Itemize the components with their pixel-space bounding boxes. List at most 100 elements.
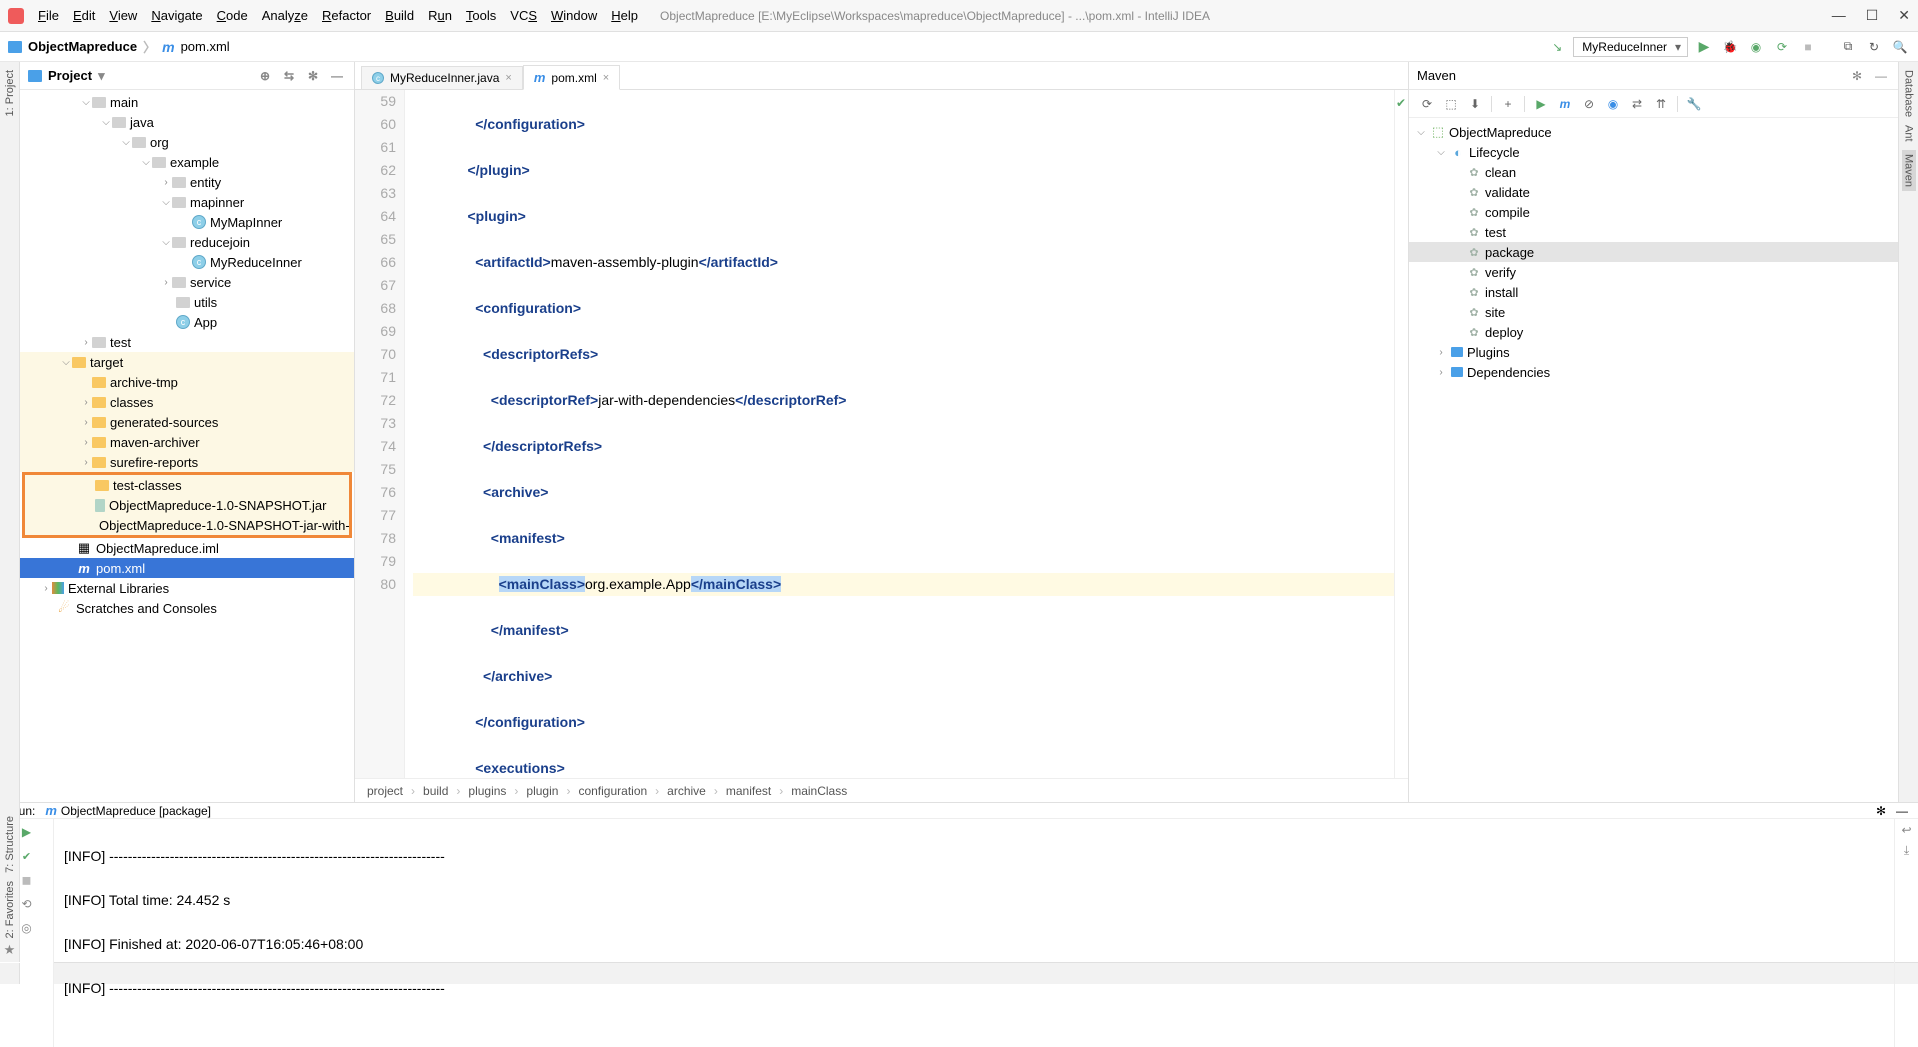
expand-icon[interactable]: ⌵ xyxy=(80,97,92,108)
maven-tree[interactable]: ⌵⬚ObjectMapreduce ⌵◐Lifecycle ✿clean ✿va… xyxy=(1409,118,1898,802)
expand-icon[interactable]: › xyxy=(1435,367,1447,378)
tree-node[interactable]: App xyxy=(194,315,217,330)
tree-node[interactable]: External Libraries xyxy=(68,581,169,596)
crumb-item[interactable]: plugin xyxy=(526,784,558,798)
expand-icon[interactable]: ⌵ xyxy=(160,197,172,208)
tree-node[interactable]: ObjectMapreduce-1.0-SNAPSHOT-jar-with-d xyxy=(99,518,349,533)
maven-node[interactable]: Dependencies xyxy=(1467,365,1550,380)
maven-goal[interactable]: deploy xyxy=(1485,325,1523,340)
expand-icon[interactable]: › xyxy=(160,277,172,288)
collapse-all-icon[interactable]: ⇈ xyxy=(1651,94,1671,114)
menu-refactor[interactable]: Refactor xyxy=(316,6,377,25)
sidebar-tab-maven[interactable]: Maven xyxy=(1902,150,1916,191)
maven-goal[interactable]: site xyxy=(1485,305,1505,320)
git-icon[interactable]: ⧉ xyxy=(1838,37,1858,57)
expand-icon[interactable]: ⌵ xyxy=(60,357,72,368)
tree-node[interactable]: main xyxy=(110,95,138,110)
tree-node[interactable]: generated-sources xyxy=(110,415,218,430)
editor-tab[interactable]: mpom.xml× xyxy=(523,65,620,90)
wrench-icon[interactable]: 🔧 xyxy=(1684,94,1704,114)
soft-wrap-icon[interactable]: ↩ xyxy=(1901,823,1911,837)
expand-icon[interactable]: › xyxy=(80,457,92,468)
menu-view[interactable]: View xyxy=(103,6,143,25)
run-icon[interactable]: ▶ xyxy=(1531,94,1551,114)
run-config-selector[interactable]: MyReduceInner xyxy=(1573,37,1688,57)
maven-goal[interactable]: compile xyxy=(1485,205,1530,220)
breadcrumb-project[interactable]: ObjectMapreduce xyxy=(28,39,137,54)
crumb-item[interactable]: configuration xyxy=(578,784,647,798)
profile-icon[interactable]: ⟳ xyxy=(1772,37,1792,57)
maven-goal[interactable]: package xyxy=(1485,245,1534,260)
expand-icon[interactable]: ⌵ xyxy=(1435,147,1447,158)
editor-breadcrumb[interactable]: project› build› plugins› plugin› configu… xyxy=(355,778,1408,802)
maven-node[interactable]: ObjectMapreduce xyxy=(1449,125,1552,140)
crumb-item[interactable]: project xyxy=(367,784,403,798)
tree-node[interactable]: pom.xml xyxy=(96,561,145,576)
error-stripe[interactable]: ✔ xyxy=(1394,90,1408,778)
sidebar-tab-project[interactable]: 1: Project xyxy=(4,70,16,116)
expand-icon[interactable]: › xyxy=(40,583,52,594)
tree-node[interactable]: service xyxy=(190,275,231,290)
crumb-item[interactable]: archive xyxy=(667,784,706,798)
expand-icon[interactable]: ⌵ xyxy=(140,157,152,168)
menu-analyze[interactable]: Analyze xyxy=(256,6,314,25)
settings-icon[interactable]: ✻ xyxy=(1876,804,1886,818)
toggle-offline-icon[interactable]: ⊘ xyxy=(1579,94,1599,114)
sidebar-tab-favorites[interactable]: 2: Favorites xyxy=(4,881,16,938)
skip-tests-icon[interactable]: ◉ xyxy=(1603,94,1623,114)
code-editor[interactable]: 5960616263646566676869707172737475767778… xyxy=(355,90,1408,778)
tree-node[interactable]: maven-archiver xyxy=(110,435,200,450)
expand-icon[interactable]: › xyxy=(80,397,92,408)
close-tab-icon[interactable]: × xyxy=(603,72,609,84)
add-icon[interactable]: + xyxy=(1498,94,1518,114)
run-button-icon[interactable]: ▶ xyxy=(1694,37,1714,57)
target-icon[interactable]: ◎ xyxy=(18,919,36,937)
expand-icon[interactable]: › xyxy=(80,337,92,348)
breadcrumb-file[interactable]: pom.xml xyxy=(181,39,230,54)
update-icon[interactable]: ↻ xyxy=(1864,37,1884,57)
close-tab-icon[interactable]: × xyxy=(505,72,511,84)
expand-icon[interactable]: ⌵ xyxy=(1415,127,1427,138)
tree-node[interactable]: reducejoin xyxy=(190,235,250,250)
tree-node[interactable]: example xyxy=(170,155,219,170)
debug-button-icon[interactable]: 🐞 xyxy=(1720,37,1740,57)
tree-node[interactable]: test xyxy=(110,335,131,350)
hide-icon[interactable]: — xyxy=(1872,67,1890,85)
expand-icon[interactable]: ⌵ xyxy=(120,137,132,148)
tree-node[interactable]: utils xyxy=(194,295,217,310)
maven-node[interactable]: Plugins xyxy=(1467,345,1510,360)
locate-icon[interactable]: ⊕ xyxy=(256,67,274,85)
tree-node[interactable]: org xyxy=(150,135,169,150)
restore-icon[interactable]: ⟲ xyxy=(18,895,36,913)
expand-icon[interactable]: › xyxy=(1435,347,1447,358)
maven-goal[interactable]: install xyxy=(1485,285,1518,300)
tree-node[interactable]: MyReduceInner xyxy=(210,255,302,270)
expand-icon[interactable]: › xyxy=(80,437,92,448)
editor-tab[interactable]: cMyReduceInner.java× xyxy=(361,66,523,89)
collapse-icon[interactable]: ⇆ xyxy=(280,67,298,85)
menu-build[interactable]: Build xyxy=(379,6,420,25)
menu-file[interactable]: File xyxy=(32,6,65,25)
download-icon[interactable]: ⬇ xyxy=(1465,94,1485,114)
maven-node[interactable]: Lifecycle xyxy=(1469,145,1520,160)
crumb-item[interactable]: manifest xyxy=(726,784,771,798)
build-icon[interactable]: ↘ xyxy=(1547,37,1567,57)
crumb-item[interactable]: mainClass xyxy=(791,784,847,798)
run-console[interactable]: [INFO] ---------------------------------… xyxy=(54,819,1894,1047)
expand-icon[interactable]: ⌵ xyxy=(160,237,172,248)
sidebar-tab-database[interactable]: Database xyxy=(1903,70,1915,117)
settings-icon[interactable]: ✻ xyxy=(1848,67,1866,85)
tree-node[interactable]: mapinner xyxy=(190,195,244,210)
settings-icon[interactable]: ✻ xyxy=(304,67,322,85)
code-area[interactable]: </configuration> </plugin> <plugin> <art… xyxy=(405,90,1394,778)
expand-icon[interactable]: ⌵ xyxy=(100,117,112,128)
rerun-icon[interactable]: ▶ xyxy=(18,823,36,841)
show-deps-icon[interactable]: ⇄ xyxy=(1627,94,1647,114)
coverage-icon[interactable]: ◉ xyxy=(1746,37,1766,57)
run-config-name[interactable]: ObjectMapreduce [package] xyxy=(61,804,211,818)
generate-icon[interactable]: ⬚ xyxy=(1441,94,1461,114)
maven-goal[interactable]: verify xyxy=(1485,265,1516,280)
expand-icon[interactable]: › xyxy=(80,417,92,428)
menu-vcs[interactable]: VCS xyxy=(504,6,543,25)
expand-icon[interactable]: › xyxy=(160,177,172,188)
